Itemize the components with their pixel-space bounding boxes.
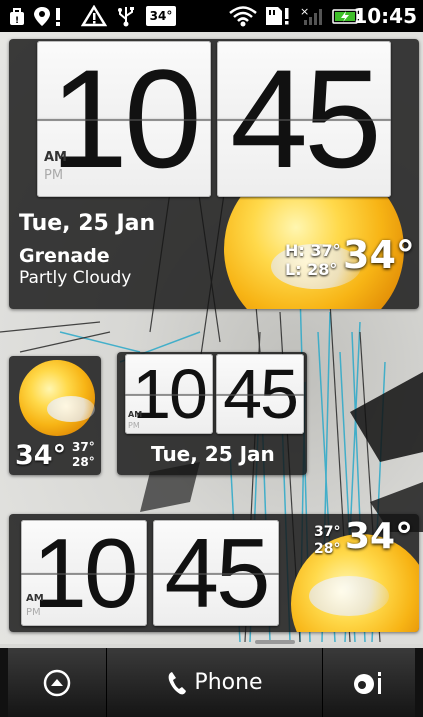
low-temp: 28° xyxy=(72,455,95,469)
phone-icon xyxy=(169,671,187,694)
phone-label: Phone xyxy=(194,670,263,695)
personalize-icon xyxy=(354,671,381,694)
am-pm-indicator: AM PM xyxy=(26,592,44,620)
minute-flip-card: 45 xyxy=(217,41,391,197)
temperature-badge: 34° xyxy=(146,6,176,26)
sd-alert-icon xyxy=(264,5,292,27)
usb-icon xyxy=(114,5,138,27)
date-text: Tue, 25 Jan xyxy=(19,211,156,236)
status-bar: ! 34° × 10:45 xyxy=(0,0,423,32)
cloud-icon xyxy=(309,576,389,616)
location-alert-icon xyxy=(32,5,72,27)
current-temp: 34° xyxy=(15,440,67,471)
clock-weather-widget-large[interactable]: 10 AM PM 45 Tue, 25 Jan Grenade Partly C… xyxy=(9,39,419,309)
drawer-handle[interactable] xyxy=(255,640,295,644)
pm-label: PM xyxy=(26,607,41,618)
svg-text:×: × xyxy=(300,5,309,18)
dock-bar: Phone xyxy=(0,648,423,717)
high-temp: 37° xyxy=(72,440,95,454)
am-label: AM xyxy=(44,150,67,165)
app-drawer-button[interactable] xyxy=(8,648,107,717)
city-text: Grenade xyxy=(19,245,110,267)
minute-flip-card: 45 xyxy=(216,354,304,434)
clock-weather-widget-wide[interactable]: 10 AM PM 45 37° 28° 34° xyxy=(9,514,419,632)
pm-label: PM xyxy=(128,421,140,430)
up-arrow-circle-icon xyxy=(43,669,71,696)
low-temp: 28° xyxy=(314,541,341,557)
clock-widget-medium[interactable]: 10 AM PM 45 Tue, 25 Jan xyxy=(117,352,307,475)
svg-text:!: ! xyxy=(15,16,19,26)
phone-button[interactable]: Phone xyxy=(107,648,323,717)
am-label: AM xyxy=(128,410,143,419)
pm-label: PM xyxy=(44,168,64,183)
wifi-icon xyxy=(228,5,258,27)
status-time: 10:45 xyxy=(353,4,417,28)
warning-icon xyxy=(80,5,108,27)
cloud-icon xyxy=(47,396,95,422)
minute-flip-card: 45 xyxy=(153,520,279,626)
am-pm-indicator: AM PM xyxy=(128,409,142,431)
no-signal-icon: × xyxy=(298,5,326,27)
current-temp: 34° xyxy=(345,516,414,557)
bag-icon: ! xyxy=(6,5,28,27)
condition-text: Partly Cloudy xyxy=(19,268,132,288)
date-text: Tue, 25 Jan xyxy=(151,442,275,466)
high-temp: 37° xyxy=(314,524,341,540)
am-pm-indicator: AM PM xyxy=(44,149,67,185)
low-temp: L: 28° xyxy=(285,260,338,279)
weather-widget-small[interactable]: 34° 37° 28° xyxy=(9,356,101,475)
high-temp: H: 37° xyxy=(285,241,341,260)
am-label: AM xyxy=(26,593,44,604)
personalize-button[interactable] xyxy=(323,648,415,717)
current-temp: 34° xyxy=(343,233,415,277)
